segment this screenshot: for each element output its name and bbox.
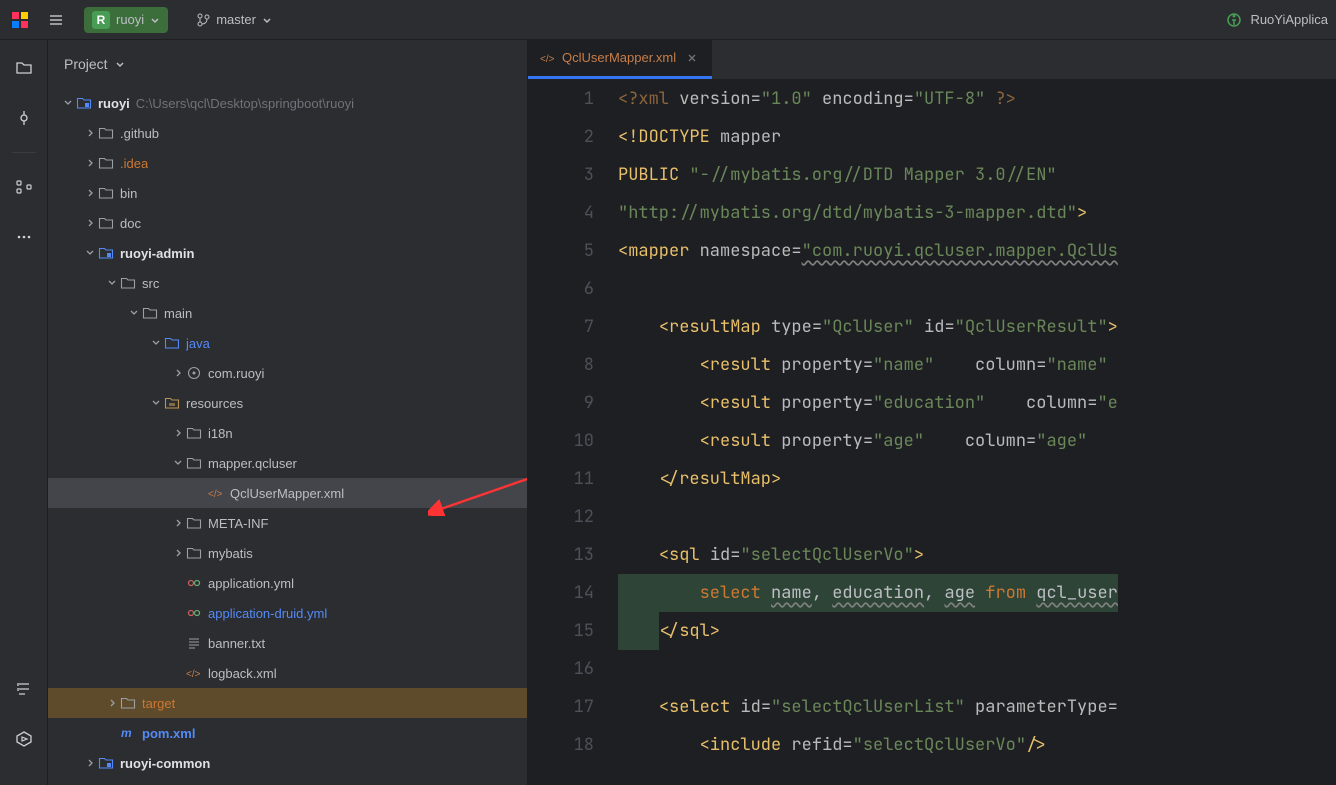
svg-text:m: m <box>121 726 132 740</box>
tree-row-root[interactable]: ruoyiC:\Users\qcl\Desktop\springboot\ruo… <box>48 88 527 118</box>
tree-row[interactable]: .github <box>48 118 527 148</box>
editor-body[interactable]: 123456789101112131415161718 <?xml versio… <box>528 80 1336 785</box>
tree-row[interactable]: src <box>48 268 527 298</box>
xml-file-icon: </> <box>540 51 554 65</box>
code-line[interactable]: select name, education, age from qcl_use… <box>618 574 1336 612</box>
code-line[interactable]: <select id="selectQclUserList" parameter… <box>618 688 1336 726</box>
line-number-gutter: 123456789101112131415161718 <box>528 80 618 785</box>
code-line[interactable]: "http://mybatis.org/dtd/mybatis-3-mapper… <box>618 194 1336 232</box>
tree-row[interactable]: </>QclUserMapper.xml <box>48 478 527 508</box>
project-name-label: ruoyi <box>116 12 144 27</box>
structure-tool-button[interactable] <box>8 171 40 203</box>
code-line[interactable]: <result property="age" column="age" <box>618 422 1336 460</box>
tree-row[interactable]: resources <box>48 388 527 418</box>
tree-row[interactable]: doc <box>48 208 527 238</box>
main-menu-button[interactable] <box>40 4 72 36</box>
topbar: R ruoyi master RuoYiApplica <box>0 0 1336 40</box>
run-config-label[interactable]: RuoYiApplica <box>1250 12 1328 27</box>
tree-row[interactable]: java <box>48 328 527 358</box>
code-line[interactable] <box>618 650 1336 688</box>
code-line[interactable]: </resultMap> <box>618 460 1336 498</box>
tree-row[interactable]: mybatis <box>48 538 527 568</box>
editor-tab-bar: </> QclUserMapper.xml <box>528 40 1336 80</box>
tree-row[interactable]: META-INF <box>48 508 527 538</box>
tree-row[interactable]: com.ruoyi <box>48 358 527 388</box>
tree-row[interactable]: mapper.qcluser <box>48 448 527 478</box>
svg-text:</>: </> <box>186 669 201 680</box>
commit-tool-button[interactable] <box>8 102 40 134</box>
tree-row[interactable]: ruoyi-admin <box>48 238 527 268</box>
project-panel-header[interactable]: Project <box>48 40 527 88</box>
project-selector[interactable]: R ruoyi <box>84 7 168 33</box>
close-tab-button[interactable] <box>684 50 700 66</box>
code-line[interactable]: <include refid="selectQclUserVo"/> <box>618 726 1336 764</box>
tree-row[interactable]: mpom.xml <box>48 718 527 748</box>
tree-row[interactable]: application-druid.yml <box>48 598 527 628</box>
tree-row[interactable]: .idea <box>48 148 527 178</box>
code-content[interactable]: <?xml version="1.0" encoding="UTF-8" ?><… <box>618 80 1336 785</box>
more-tool-button[interactable] <box>8 221 40 253</box>
code-line[interactable]: <result property="education" column="e <box>618 384 1336 422</box>
tool-window-rail <box>0 40 48 785</box>
code-line[interactable]: <mapper namespace="com.ruoyi.qcluser.map… <box>618 232 1336 270</box>
code-line[interactable]: PUBLIC "-//mybatis.org//DTD Mapper 3.0//… <box>618 156 1336 194</box>
tree-row[interactable]: ruoyi-common <box>48 748 527 778</box>
code-line[interactable]: </sql> <box>618 612 1336 650</box>
code-line[interactable]: <resultMap type="QclUser" id="QclUserRes… <box>618 308 1336 346</box>
branch-icon <box>196 13 210 27</box>
tree-row[interactable]: </>logback.xml <box>48 658 527 688</box>
project-panel-title: Project <box>64 56 108 72</box>
git-branch-selector[interactable]: master <box>188 8 280 31</box>
code-line[interactable]: <result property="name" column="name" <box>618 346 1336 384</box>
editor-tab[interactable]: </> QclUserMapper.xml <box>528 40 712 79</box>
build-tool-button[interactable] <box>8 673 40 705</box>
svg-text:</>: </> <box>208 489 223 500</box>
project-tool-button[interactable] <box>8 52 40 84</box>
tree-row[interactable]: bin <box>48 178 527 208</box>
code-line[interactable] <box>618 270 1336 308</box>
run-config-icon[interactable] <box>1226 12 1242 28</box>
code-line[interactable]: <sql id="selectQclUserVo"> <box>618 536 1336 574</box>
services-tool-button[interactable] <box>8 723 40 755</box>
editor-tab-label: QclUserMapper.xml <box>562 50 676 65</box>
code-line[interactable] <box>618 498 1336 536</box>
tree-row[interactable]: banner.txt <box>48 628 527 658</box>
branch-name-label: master <box>216 12 256 27</box>
tree-row[interactable]: main <box>48 298 527 328</box>
editor-area: </> QclUserMapper.xml 123456789101112131… <box>528 40 1336 785</box>
project-tree[interactable]: ruoyiC:\Users\qcl\Desktop\springboot\ruo… <box>48 88 527 785</box>
tree-row[interactable]: i18n <box>48 418 527 448</box>
svg-text:</>: </> <box>540 54 554 65</box>
code-line[interactable]: <!DOCTYPE mapper <box>618 118 1336 156</box>
chevron-down-icon <box>262 15 272 25</box>
project-letter-badge: R <box>92 11 110 29</box>
chevron-down-icon <box>114 58 126 70</box>
tree-row[interactable]: target <box>48 688 527 718</box>
ide-logo-icon <box>8 8 32 32</box>
code-line[interactable]: <?xml version="1.0" encoding="UTF-8" ?> <box>618 80 1336 118</box>
project-panel: Project ruoyiC:\Users\qcl\Desktop\spring… <box>48 40 528 785</box>
chevron-down-icon <box>150 15 160 25</box>
tree-row[interactable]: application.yml <box>48 568 527 598</box>
